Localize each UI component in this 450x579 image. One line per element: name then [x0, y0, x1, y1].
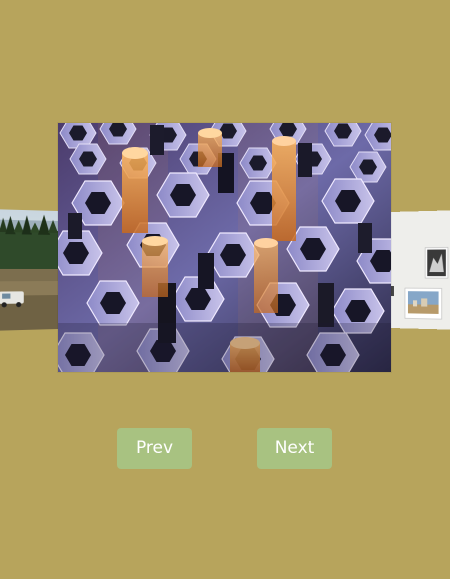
forest-landscape-image	[0, 209, 58, 331]
carousel-stage: Prev Next	[0, 0, 450, 579]
hexagon-pattern-image	[58, 123, 391, 372]
gallery-wall-image	[391, 210, 450, 330]
prev-button[interactable]: Prev	[117, 428, 192, 469]
slide-current[interactable]	[58, 123, 391, 372]
next-button[interactable]: Next	[257, 428, 332, 469]
slide-next-preview[interactable]	[391, 210, 450, 330]
slide-previous-preview[interactable]	[0, 209, 58, 331]
